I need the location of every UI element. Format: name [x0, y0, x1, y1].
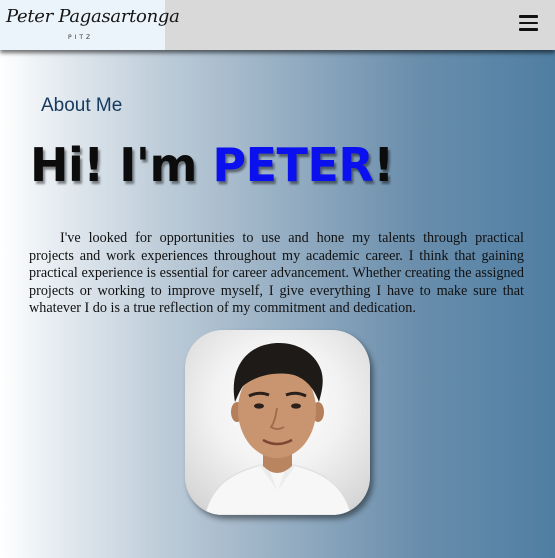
logo-text: Peter Pagasartonga [6, 6, 180, 27]
portrait-illustration [204, 343, 352, 515]
hero-greeting: Hi! I'm [30, 138, 213, 192]
site-logo[interactable]: Peter Pagasartonga PITZ [0, 0, 180, 50]
top-navbar: Peter Pagasartonga PITZ [0, 0, 555, 50]
bio-paragraph: I've looked for opportunities to use and… [29, 230, 524, 316]
hero-name: PETER [212, 138, 374, 192]
hero-heading: Hi! I'm PETER! [30, 138, 394, 192]
section-label: About Me [41, 95, 123, 116]
hero-exclamation: ! [373, 138, 394, 192]
profile-photo [185, 330, 370, 515]
logo-subtext: PITZ [68, 34, 94, 41]
hamburger-menu-icon[interactable] [519, 15, 538, 31]
